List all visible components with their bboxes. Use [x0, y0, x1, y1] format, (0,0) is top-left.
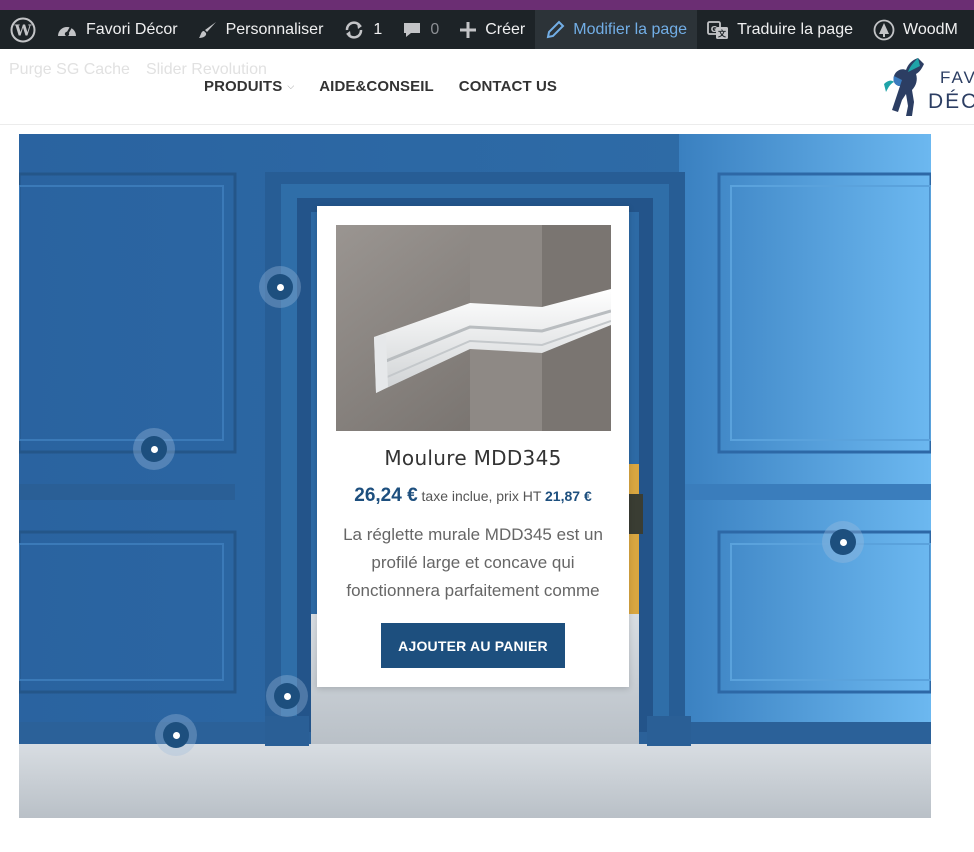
nav-item-label: PRODUITS	[204, 78, 283, 95]
hotspot-dot-icon	[283, 692, 291, 700]
product-hotspot[interactable]	[259, 266, 301, 308]
translate-page-label: Traduire la page	[737, 20, 853, 38]
hotspot-dot-icon	[150, 445, 158, 453]
edit-page-button[interactable]: Modifier la page	[535, 10, 698, 49]
product-description: La réglette murale MDD345 est un profilé…	[343, 525, 603, 600]
plus-icon	[460, 21, 477, 38]
product-hotspot[interactable]	[822, 521, 864, 563]
hotspot-ring	[830, 529, 856, 555]
woodmart-tree-icon	[873, 19, 895, 40]
product-image[interactable]	[336, 225, 611, 431]
comments-count: 0	[430, 20, 440, 38]
paintbrush-icon	[198, 21, 216, 38]
nav-item-produits[interactable]: PRODUITS ⌵	[204, 78, 294, 95]
horse-logo-icon	[884, 58, 924, 116]
woodmart-label: WoodM	[903, 20, 958, 38]
main-navigation: PRODUITS ⌵ AIDE&CONSEIL CONTACT US	[204, 78, 557, 95]
nav-item-contact-us[interactable]: CONTACT US	[459, 78, 557, 95]
dashboard-gauge-icon	[58, 25, 76, 36]
new-content-label: Créer	[485, 20, 526, 38]
updates-button[interactable]: 1	[333, 10, 392, 49]
product-hotspot[interactable]	[266, 675, 308, 717]
comment-bubble-icon	[404, 22, 421, 37]
tax-note: taxe inclue, prix HT	[421, 488, 542, 504]
hotspot-dot-icon	[839, 538, 847, 546]
translate-page-button[interactable]: G 文 Traduire la page	[697, 10, 863, 49]
nav-item-aide-conseil[interactable]: AIDE&CONSEIL	[319, 78, 434, 95]
comments-button[interactable]: 0	[392, 10, 449, 49]
woodmart-menu[interactable]: WoodM	[863, 10, 968, 49]
nav-item-label: CONTACT US	[458, 78, 558, 95]
hotspot-ring	[267, 274, 293, 300]
hotspot-ring	[163, 722, 189, 748]
site-name-label: Favori Décor	[86, 20, 178, 38]
logo-text-top: FAV	[940, 68, 974, 87]
wordpress-icon: W	[10, 17, 36, 42]
purge-cache-link[interactable]: Purge SG Cache	[9, 61, 130, 79]
customize-button[interactable]: Personnaliser	[188, 10, 334, 49]
svg-text:文: 文	[718, 28, 727, 38]
hotspot-ring	[274, 683, 300, 709]
product-price-line: 26,24 € taxe inclue, prix HT 21,87 €	[317, 485, 629, 507]
hotspot-ring	[141, 436, 167, 462]
translate-icon: G 文	[707, 20, 729, 39]
hotspot-dot-icon	[172, 731, 180, 739]
wp-admin-bar: W Favori Décor Personnaliser 1 0 Créer M…	[0, 10, 974, 49]
hotspot-dot-icon	[276, 283, 284, 291]
product-price-ht: 21,87 €	[545, 488, 592, 504]
svg-text:W: W	[14, 21, 33, 39]
edit-page-label: Modifier la page	[573, 20, 688, 38]
product-price: 26,24 €	[354, 485, 418, 506]
chevron-down-icon: ⌵	[287, 81, 295, 91]
browser-top-strip	[0, 0, 974, 10]
ghost-admin-links: Purge SG Cache Slider Revolution	[9, 61, 267, 79]
svg-text:G: G	[711, 25, 718, 34]
wordpress-logo-menu[interactable]: W	[0, 10, 46, 49]
product-hotspot[interactable]	[155, 714, 197, 756]
product-popup-card: Moulure MDD345 26,24 € taxe inclue, prix…	[317, 206, 629, 687]
new-content-button[interactable]: Créer	[449, 10, 535, 49]
add-to-cart-button[interactable]: AJOUTER AU PANIER	[381, 623, 565, 668]
pencil-icon	[546, 20, 565, 38]
customize-label: Personnaliser	[225, 20, 324, 38]
moulding-image	[336, 225, 611, 431]
updates-count: 1	[373, 20, 383, 38]
logo-text-bottom: DÉC	[928, 90, 974, 113]
updates-refresh-icon	[346, 20, 363, 39]
site-name-menu[interactable]: Favori Décor	[46, 10, 188, 49]
site-logo[interactable]: FAV DÉC	[878, 54, 974, 120]
site-header: Purge SG Cache Slider Revolution PRODUIT…	[0, 49, 974, 125]
nav-item-label: AIDE&CONSEIL	[319, 78, 434, 95]
slider-revolution-link[interactable]: Slider Revolution	[146, 61, 267, 79]
product-hotspot[interactable]	[133, 428, 175, 470]
product-title[interactable]: Moulure MDD345	[317, 446, 629, 470]
